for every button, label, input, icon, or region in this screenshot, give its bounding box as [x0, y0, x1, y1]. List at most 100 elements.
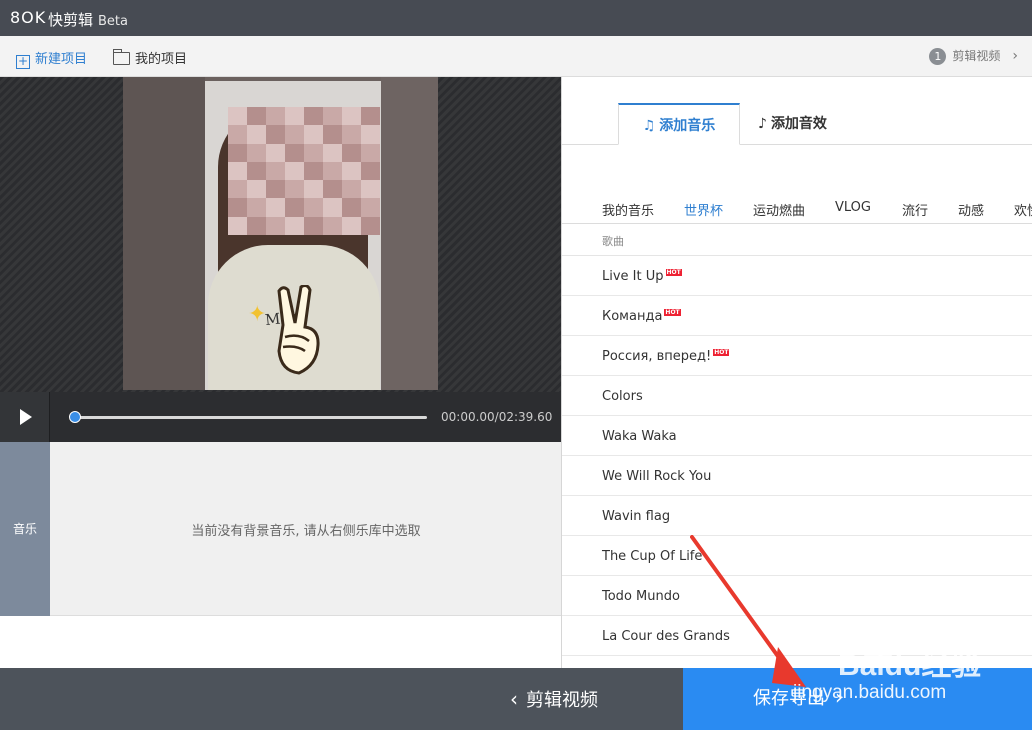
app-name: 快剪辑	[48, 11, 94, 29]
video-frame[interactable]: Marti ✦	[123, 77, 438, 390]
folder-icon	[113, 49, 130, 65]
peace-sign-sticker	[277, 285, 320, 375]
mosaic-block	[304, 198, 323, 217]
category-dynamic[interactable]: 动感	[958, 200, 984, 219]
mosaic-block	[323, 107, 342, 126]
song-title: Wavin flag	[602, 509, 671, 524]
mosaic-block	[304, 180, 323, 199]
mosaic-block	[323, 180, 342, 199]
app-logo: 8OK	[10, 8, 47, 27]
step-number: 1	[929, 48, 947, 65]
mosaic-block	[342, 198, 361, 217]
play-button[interactable]	[0, 392, 50, 442]
mosaic-block	[228, 107, 247, 126]
step-indicator: 1 剪辑视频 ›	[929, 47, 1018, 65]
mosaic-block	[342, 216, 361, 235]
mosaic-block	[228, 180, 247, 199]
song-row[interactable]: Colors	[562, 376, 1032, 416]
category-sports[interactable]: 运动燃曲	[753, 200, 805, 219]
mosaic-block	[247, 143, 266, 162]
mosaic-block	[323, 216, 342, 235]
mosaic-block	[285, 216, 304, 235]
mosaic-block	[342, 125, 361, 144]
my-projects-button[interactable]: 我的项目	[113, 48, 187, 67]
mosaic-block	[361, 198, 380, 217]
pixelated-face	[228, 107, 380, 235]
song-row[interactable]: Todo Mundo	[562, 576, 1032, 616]
category-pop[interactable]: 流行	[902, 200, 928, 219]
video-background	[123, 77, 205, 390]
mosaic-block	[304, 125, 323, 144]
song-row[interactable]: The Cup Of Life	[562, 536, 1032, 576]
tab-add-sound-effect[interactable]: ♪ 添加音效	[758, 103, 868, 145]
mosaic-block	[361, 125, 380, 144]
mosaic-block	[285, 125, 304, 144]
mosaic-block	[304, 161, 323, 181]
mosaic-block	[361, 161, 380, 181]
hot-badge: HOT	[665, 269, 682, 276]
tab-label: 添加音乐	[659, 118, 716, 134]
mosaic-block	[228, 216, 247, 235]
mosaic-block	[361, 180, 380, 199]
plus-icon: +	[16, 54, 30, 69]
playback-controls: 00:00.00/02:39.60	[0, 392, 562, 442]
new-project-button[interactable]: + 新建项目	[16, 48, 87, 69]
song-title-wrap: Live It Up HOT	[602, 269, 682, 284]
song-title: Waka Waka	[602, 429, 677, 444]
mosaic-block	[323, 143, 342, 162]
mosaic-block	[285, 180, 304, 199]
mosaic-block	[361, 107, 380, 126]
progress-track[interactable]	[75, 416, 427, 419]
bottom-action-bar: ‹ 剪辑视频 保存导出 ›	[0, 668, 1032, 730]
save-export-button[interactable]: 保存导出 ›	[683, 668, 1032, 730]
back-to-edit-button[interactable]: ‹ 剪辑视频	[510, 686, 598, 712]
save-label: 保存导出	[753, 688, 825, 709]
tab-add-music[interactable]: ♫ 添加音乐	[618, 103, 740, 145]
mosaic-block	[247, 198, 266, 217]
song-row[interactable]: Команда HOT	[562, 296, 1032, 336]
mosaic-block	[304, 107, 323, 126]
mosaic-block	[228, 198, 247, 217]
progress-handle[interactable]	[69, 411, 81, 423]
song-column-header: 歌曲	[602, 235, 624, 248]
category-world-cup[interactable]: 世界杯	[684, 200, 723, 219]
song-title: Colors	[602, 389, 643, 404]
title-bar: 8OK 快剪辑 Beta	[0, 0, 1032, 36]
chevron-left-icon: ‹	[510, 687, 518, 711]
mosaic-block	[247, 180, 266, 199]
mosaic-block	[342, 161, 361, 181]
music-category-bar: 我的音乐 世界杯 运动燃曲 VLOG 流行 动感 欢快	[562, 190, 1032, 224]
beta-badge: Beta	[98, 14, 128, 29]
chevron-right-icon[interactable]: ›	[1012, 48, 1018, 64]
app-title: 快剪辑 Beta	[48, 9, 128, 30]
mosaic-block	[285, 161, 304, 181]
category-cheerful[interactable]: 欢快	[1014, 200, 1032, 219]
song-row[interactable]: Waka Waka	[562, 416, 1032, 456]
mosaic-block	[228, 143, 247, 162]
mosaic-block	[247, 107, 266, 126]
mosaic-block	[266, 107, 285, 126]
song-row[interactable]: Россия, вперед! HOT	[562, 336, 1032, 376]
song-row[interactable]: We Will Rock You	[562, 456, 1032, 496]
mosaic-block	[228, 161, 247, 181]
song-row[interactable]: La Cour des Grands	[562, 616, 1032, 656]
mosaic-block	[323, 125, 342, 144]
mosaic-block	[342, 180, 361, 199]
song-title-wrap: Команда HOT	[602, 309, 681, 324]
sound-effect-icon: ♪	[758, 116, 767, 132]
category-my-music[interactable]: 我的音乐	[602, 200, 654, 219]
mosaic-block	[285, 143, 304, 162]
song-row[interactable]: Live It Up HOT	[562, 256, 1032, 296]
song-title: Live It Up	[602, 269, 664, 284]
mosaic-block	[342, 143, 361, 162]
step-label: 剪辑视频	[952, 49, 1001, 63]
audio-tabs: ♫ 添加音乐 ♪ 添加音效	[562, 77, 1032, 145]
song-title-wrap: Россия, вперед! HOT	[602, 349, 730, 364]
mosaic-block	[228, 125, 247, 144]
mosaic-block	[361, 143, 380, 162]
mosaic-block	[266, 198, 285, 217]
mosaic-block	[285, 198, 304, 217]
mosaic-block	[266, 143, 285, 162]
song-row[interactable]: Wavin flag	[562, 496, 1032, 536]
category-vlog[interactable]: VLOG	[835, 200, 871, 215]
